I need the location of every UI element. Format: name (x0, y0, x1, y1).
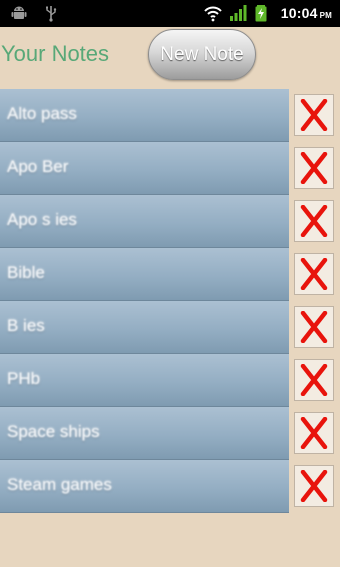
battery-charging-icon (255, 4, 273, 22)
delete-note-button[interactable] (294, 412, 334, 454)
list-item: Space ships (0, 407, 340, 460)
delete-note-button[interactable] (294, 147, 334, 189)
list-item: Apo s ies (0, 195, 340, 248)
close-icon (300, 417, 328, 449)
signal-icon (229, 4, 247, 22)
note-item[interactable]: B ies (0, 301, 289, 354)
note-item[interactable]: Apo Ber (0, 142, 289, 195)
note-label: Apo s ies (7, 210, 77, 229)
note-item[interactable]: Apo s ies (0, 195, 289, 248)
usb-icon (42, 4, 60, 22)
close-icon (300, 470, 328, 502)
delete-note-button[interactable] (294, 306, 334, 348)
list-item: Bible (0, 248, 340, 301)
note-item[interactable]: Bible (0, 248, 289, 301)
note-item[interactable]: PHb (0, 354, 289, 407)
delete-note-button[interactable] (294, 200, 334, 242)
note-item[interactable]: Space ships (0, 407, 289, 460)
close-icon (300, 152, 328, 184)
note-label: Apo Ber (7, 157, 69, 176)
note-label: Steam games (7, 475, 112, 494)
list-item: PHb (0, 354, 340, 407)
notes-list: Alto pass Apo Ber Apo s ies Bible B ies PHb Sp… (0, 89, 340, 513)
note-label: Bible (7, 263, 45, 282)
close-icon (300, 99, 328, 131)
close-icon (300, 205, 328, 237)
delete-note-button[interactable] (294, 94, 334, 136)
note-label: PHb (7, 369, 41, 388)
note-item[interactable]: Alto pass (0, 89, 289, 142)
page-title: Your Notes (1, 41, 110, 66)
delete-note-button[interactable] (294, 359, 334, 401)
list-item: Alto pass (0, 89, 340, 142)
note-label: Space ships (7, 422, 100, 441)
status-time: 10:04 PM (280, 5, 332, 21)
status-bar: 10:04 PM (0, 0, 340, 27)
list-item: Apo Ber (0, 142, 340, 195)
close-icon (300, 364, 328, 396)
note-label: Alto pass (7, 104, 77, 123)
note-label: B ies (7, 316, 45, 335)
close-icon (300, 258, 328, 290)
note-item[interactable]: Steam games (0, 460, 289, 513)
delete-note-button[interactable] (294, 253, 334, 295)
new-note-button[interactable]: New Note (148, 29, 256, 80)
android-icon (10, 4, 28, 22)
list-item: Steam games (0, 460, 340, 513)
close-icon (300, 311, 328, 343)
list-item: B ies (0, 301, 340, 354)
header: Your Notes New Note (0, 27, 340, 85)
delete-note-button[interactable] (294, 465, 334, 507)
wifi-icon (203, 4, 222, 22)
